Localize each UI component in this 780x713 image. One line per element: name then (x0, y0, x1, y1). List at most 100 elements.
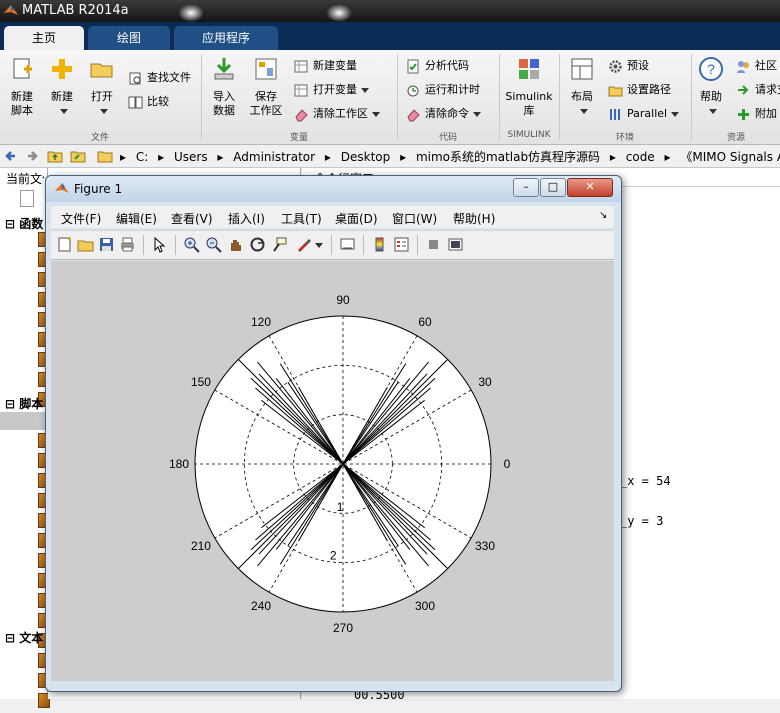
menu-file[interactable]: 文件(F) (61, 210, 101, 227)
breadcrumb-item[interactable]: Users (174, 150, 208, 164)
new-variable-label: 新建变量 (313, 59, 357, 72)
tab-apps[interactable]: 应用程序 (174, 26, 278, 50)
layout-button[interactable]: 布局 (564, 56, 600, 118)
clear-commands-label: 清除命令 (425, 107, 469, 120)
new-script-button[interactable]: 新建 脚本 (4, 56, 40, 118)
tab-home[interactable]: 主页 (4, 26, 84, 50)
folder-open-icon (90, 63, 113, 78)
find-files-label: 查找文件 (147, 71, 191, 84)
zoom-out-icon[interactable] (205, 236, 222, 253)
breadcrumb-separator: ▸ (324, 150, 331, 164)
angle-tick-label: 90 (336, 293, 350, 307)
save-icon[interactable] (98, 236, 115, 253)
section-scripts[interactable]: ⊟ 脚本 (5, 395, 43, 412)
preferences-label: 预设 (627, 59, 649, 72)
chevron-down-icon[interactable] (315, 243, 323, 248)
link-icon[interactable] (339, 236, 356, 253)
group-label-resources: 资源 (726, 133, 745, 143)
file-icon (20, 190, 34, 207)
toolbar-separator (175, 235, 176, 255)
set-path-button[interactable]: 设置路径 (608, 80, 671, 100)
dock-arrow-icon[interactable]: ↘ (599, 210, 607, 221)
figure-title-bar[interactable]: Figure 1 – □ ✕ (46, 176, 621, 202)
menu-insert[interactable]: 插入(I) (228, 210, 265, 227)
back-arrow-icon[interactable] (3, 148, 19, 164)
minimize-button[interactable]: – (513, 178, 539, 197)
brush-icon[interactable] (295, 236, 312, 253)
browse-folder-icon[interactable] (70, 148, 86, 164)
ribbon-separator (559, 54, 560, 140)
data-cursor-icon[interactable] (271, 236, 288, 253)
figure-canvas[interactable]: 0 30 60 90 120 150 180 210 240 270 300 330 1 2 (51, 261, 614, 681)
breadcrumb-separator: ▸ (609, 150, 616, 164)
menu-desktop[interactable]: 桌面(D) (335, 210, 378, 227)
figure-title: Figure 1 (74, 182, 123, 196)
analyze-code-button[interactable]: 分析代码 (406, 56, 469, 76)
print-icon[interactable] (119, 236, 136, 253)
rotate-icon[interactable] (249, 236, 266, 253)
find-files-button[interactable]: 查找文件 (128, 68, 191, 88)
set-path-label: 设置路径 (627, 83, 671, 96)
breadcrumb-separator: ▸ (664, 150, 671, 164)
toolbar-separator (363, 235, 364, 255)
maximize-button[interactable]: □ (540, 178, 566, 197)
import-data-button[interactable]: 导入 数据 (206, 56, 242, 118)
pointer-icon[interactable] (151, 236, 168, 253)
simulink-library-button[interactable]: Simulink 库 (502, 56, 556, 118)
new-variable-button[interactable]: 新建变量 (294, 56, 357, 76)
ribbon-separator (201, 54, 202, 140)
run-and-time-button[interactable]: 运行和计时 (406, 80, 480, 100)
clear-commands-button[interactable]: 清除命令 (406, 104, 481, 124)
parallel-button[interactable]: Parallel (608, 104, 680, 124)
angle-tick-label: 0 (504, 457, 511, 471)
clear-workspace-button[interactable]: 清除工作区 (294, 104, 380, 124)
forward-arrow-icon[interactable] (24, 148, 40, 164)
breadcrumb-item[interactable]: C: (136, 150, 148, 164)
toolbar-separator (331, 235, 332, 255)
hide-tools-icon[interactable] (425, 236, 442, 253)
open-button[interactable]: 打开 (84, 56, 120, 118)
import-data-icon (214, 58, 234, 80)
pan-icon[interactable] (227, 236, 244, 253)
new-figure-icon[interactable] (56, 236, 73, 253)
community-button[interactable]: 社区 (736, 56, 777, 76)
menu-help[interactable]: 帮助(H) (453, 210, 495, 227)
up-folder-icon[interactable] (47, 148, 63, 164)
menu-window[interactable]: 窗口(W) (392, 210, 437, 227)
request-support-button[interactable]: 请求支 (736, 80, 780, 100)
breadcrumb-separator: ▸ (400, 150, 407, 164)
breadcrumb-item[interactable]: Desktop (341, 150, 391, 164)
polar-plot[interactable]: 0 30 60 90 120 150 180 210 240 270 300 330 1 2 (51, 261, 614, 681)
colorbar-icon[interactable] (371, 236, 388, 253)
group-label-simulink: SIMULINK (507, 130, 551, 140)
section-text[interactable]: ⊟ 文本 (5, 629, 43, 646)
breadcrumb-item[interactable]: mimo系统的matlab仿真程序源码 (416, 150, 600, 164)
save-workspace-button[interactable]: 保存 工作区 (246, 56, 286, 118)
menu-edit[interactable]: 编辑(E) (116, 210, 157, 227)
legend-icon[interactable] (393, 236, 410, 253)
addons-button[interactable]: 附加 (736, 104, 777, 124)
help-label: 帮助 (700, 90, 722, 103)
preferences-button[interactable]: 预设 (608, 56, 649, 76)
menu-view[interactable]: 查看(V) (171, 210, 213, 227)
zoom-in-icon[interactable] (183, 236, 200, 253)
window-glow-decoration (326, 4, 352, 22)
section-functions[interactable]: ⊟ 函数 (5, 215, 43, 232)
open-variable-icon (294, 84, 308, 96)
show-tools-icon[interactable] (447, 236, 464, 253)
new-button[interactable]: 新建 (44, 56, 80, 118)
breadcrumb-item[interactable]: 《MIMO Signals And S (680, 150, 780, 164)
open-variable-button[interactable]: 打开变量 (294, 80, 369, 100)
compare-button[interactable]: 比较 (128, 92, 169, 112)
breadcrumb-item[interactable]: code (626, 150, 655, 164)
close-button[interactable]: ✕ (567, 178, 613, 197)
tab-plots[interactable]: 绘图 (88, 26, 170, 50)
folder-path-icon (608, 86, 623, 96)
open-file-icon[interactable] (77, 236, 94, 253)
help-button[interactable]: ? 帮助 (696, 56, 726, 118)
figure-window[interactable]: Figure 1 – □ ✕ 文件(F) 编辑(E) 查看(V) 插入(I) 工… (45, 175, 622, 692)
selected-row[interactable] (0, 412, 47, 430)
ribbon: 新建 脚本 新建 打开 查找文件 比较 文件 导入 数据 保存 工作区 新建变量… (0, 50, 780, 145)
menu-tools[interactable]: 工具(T) (281, 210, 322, 227)
breadcrumb-item[interactable]: Administrator (233, 150, 315, 164)
